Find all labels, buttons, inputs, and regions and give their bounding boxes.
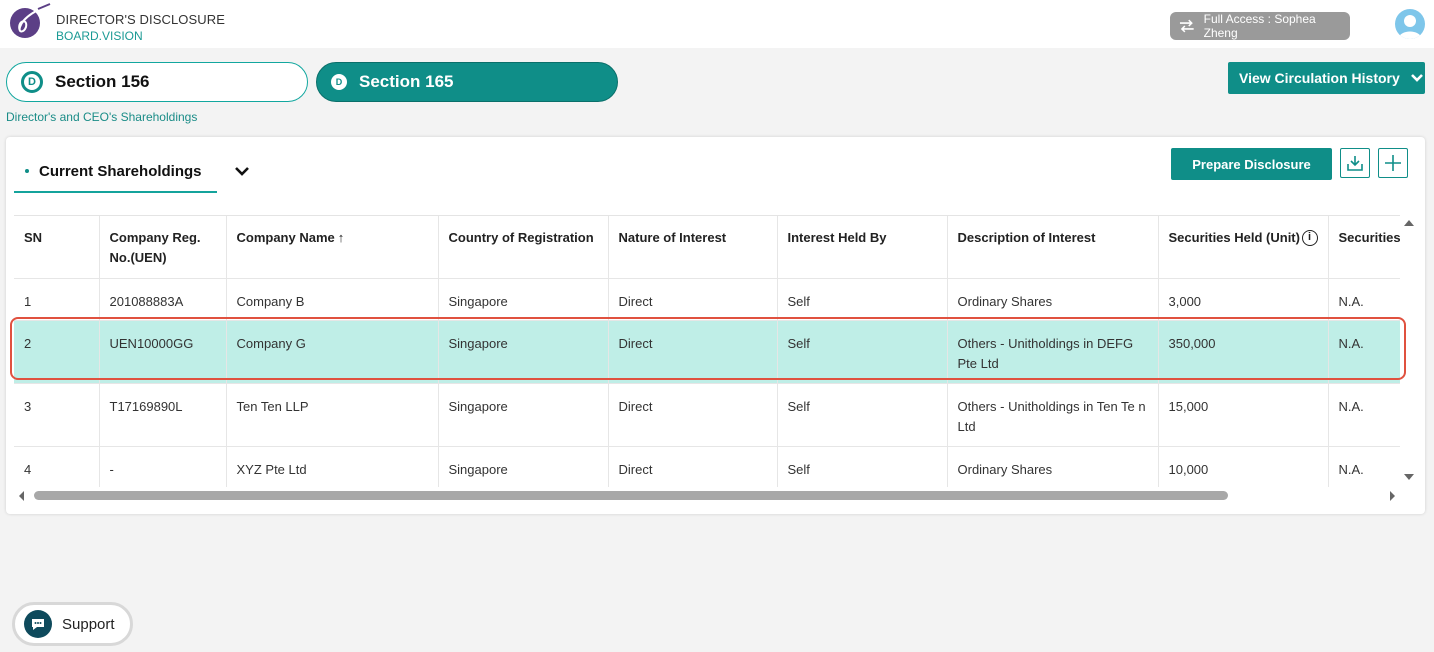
- column-header-company-name-label: Company Name: [236, 230, 335, 245]
- cell-company-name: XYZ Pte Ltd: [226, 446, 439, 487]
- plus-icon: [1385, 155, 1401, 171]
- cell-held-by: Self: [777, 446, 948, 487]
- logo-icon: [10, 3, 51, 38]
- cell-country: Singapore: [438, 383, 609, 447]
- chevron-down-icon: [1410, 74, 1423, 82]
- cell-description: Others - Unitholdings in DEFG Pte Ltd: [947, 320, 1159, 384]
- column-header-country[interactable]: Country of Registration: [438, 216, 609, 279]
- cell-company-name: Ten Ten LLP: [226, 383, 439, 447]
- tab-section-156[interactable]: D Section 156: [6, 62, 308, 102]
- app-subtitle: BOARD.VISION: [56, 29, 143, 43]
- cell-securities-held: 3,000: [1158, 278, 1329, 321]
- cell-uen: 201088883A: [99, 278, 227, 321]
- cell-held-by: Self: [777, 320, 948, 384]
- cell-uen: T17169890L: [99, 383, 227, 447]
- cell-company-name: Company B: [226, 278, 439, 321]
- tab-section-156-label: Section 156: [55, 72, 150, 91]
- cell-sn: 1: [14, 278, 100, 321]
- bullet-dot: [25, 169, 29, 173]
- view-circulation-history-label: View Circulation History: [1239, 70, 1400, 86]
- access-label: Full Access : Sophea Zheng: [1203, 12, 1316, 40]
- cell-held-by: Self: [777, 278, 948, 321]
- cell-securities: N.A.: [1328, 383, 1400, 447]
- cell-nature: Direct: [608, 278, 778, 321]
- cell-securities-held: 10,000: [1158, 446, 1329, 487]
- view-circulation-history-button[interactable]: View Circulation History: [1228, 62, 1425, 94]
- column-header-securities[interactable]: Securities: [1328, 216, 1400, 279]
- section-badge-icon: D: [21, 71, 43, 93]
- chat-icon: [24, 610, 52, 638]
- user-avatar-icon[interactable]: [1395, 9, 1425, 39]
- download-icon: [1347, 156, 1363, 171]
- cell-description: Ordinary Shares: [947, 446, 1159, 487]
- horizontal-scrollbar[interactable]: [14, 489, 1400, 503]
- cell-nature: Direct: [608, 383, 778, 447]
- chevron-down-icon[interactable]: [234, 165, 250, 177]
- cell-uen: -: [99, 446, 227, 487]
- download-button[interactable]: [1340, 148, 1370, 178]
- app-title: DIRECTOR'S DISCLOSURE: [56, 12, 226, 27]
- info-icon[interactable]: i: [1301, 230, 1318, 246]
- table-row[interactable]: 4- XYZ Pte Ltd Singapore Direct Self Ordinary…: [14, 446, 1400, 487]
- cell-nature: Direct: [608, 446, 778, 487]
- table-row[interactable]: 2 UEN10000GG Company G Singapore Direct Self O…: [14, 320, 1400, 384]
- add-button[interactable]: [1378, 148, 1408, 178]
- breadcrumb[interactable]: Director's and CEO's Shareholdings: [6, 110, 197, 124]
- cell-securities: N.A.: [1328, 320, 1400, 384]
- support-label: Support: [62, 615, 115, 633]
- table-row[interactable]: 3 T17169890L Ten Ten LLP Singapore Direct Sel…: [14, 383, 1400, 447]
- table-row[interactable]: 1 201088883A Company B Singapore Direct Self O…: [14, 278, 1400, 321]
- column-header-uen[interactable]: Company Reg. No.(UEN): [99, 216, 227, 279]
- sort-ascending-icon[interactable]: ↑: [338, 228, 345, 248]
- cell-country: Singapore: [438, 446, 609, 487]
- cell-sn: 4: [14, 446, 100, 487]
- cell-securities: N.A.: [1328, 446, 1400, 487]
- column-header-description[interactable]: Description of Interest: [947, 216, 1159, 279]
- tab-section-165[interactable]: D Section 165: [316, 62, 618, 102]
- table-header-row: SN Company Reg. No.(UEN) Company Name ↑ C…: [14, 216, 1400, 279]
- cell-country: Singapore: [438, 320, 609, 384]
- shareholdings-card: Current Shareholdings Prepare Disclosure…: [6, 137, 1425, 514]
- cell-securities-held: 15,000: [1158, 383, 1329, 447]
- tab-section-165-label: Section 165: [359, 72, 454, 91]
- cell-nature: Direct: [608, 320, 778, 384]
- swap-icon: [1179, 19, 1194, 33]
- shareholdings-table: SN Company Reg. No.(UEN) Company Name ↑ C…: [14, 215, 1400, 487]
- horizontal-scroll-thumb[interactable]: [34, 491, 1228, 500]
- tab-current-shareholdings[interactable]: Current Shareholdings: [14, 151, 217, 193]
- column-header-company-name[interactable]: Company Name ↑: [226, 216, 439, 279]
- tab-current-shareholdings-label: Current Shareholdings: [39, 162, 202, 180]
- column-header-securities-held-label: Securities Held (Unit): [1168, 230, 1300, 245]
- column-header-held-by[interactable]: Interest Held By: [777, 216, 948, 279]
- cell-sn: 2: [14, 320, 100, 384]
- cell-country: Singapore: [438, 278, 609, 321]
- access-switcher[interactable]: Full Access : Sophea Zheng: [1170, 12, 1350, 40]
- section-badge-icon: D: [331, 74, 347, 90]
- cell-description: Others - Unitholdings in Ten Te n Ltd: [947, 383, 1159, 447]
- cell-securities: N.A.: [1328, 278, 1400, 321]
- vertical-scrollbar[interactable]: [1402, 215, 1416, 487]
- cell-sn: 3: [14, 383, 100, 447]
- cell-held-by: Self: [777, 383, 948, 447]
- column-header-nature[interactable]: Nature of Interest: [608, 216, 778, 279]
- cell-uen: UEN10000GG: [99, 320, 227, 384]
- support-button[interactable]: Support: [12, 602, 133, 646]
- cell-description: Ordinary Shares: [947, 278, 1159, 321]
- column-header-securities-held[interactable]: i Securities Held (Unit): [1158, 216, 1329, 279]
- prepare-disclosure-button[interactable]: Prepare Disclosure: [1171, 148, 1332, 180]
- cell-securities-held: 350,000: [1158, 320, 1329, 384]
- cell-company-name: Company G: [226, 320, 439, 384]
- column-header-sn[interactable]: SN: [14, 216, 100, 279]
- app-header: DIRECTOR'S DISCLOSURE BOARD.VISION Full …: [0, 0, 1434, 48]
